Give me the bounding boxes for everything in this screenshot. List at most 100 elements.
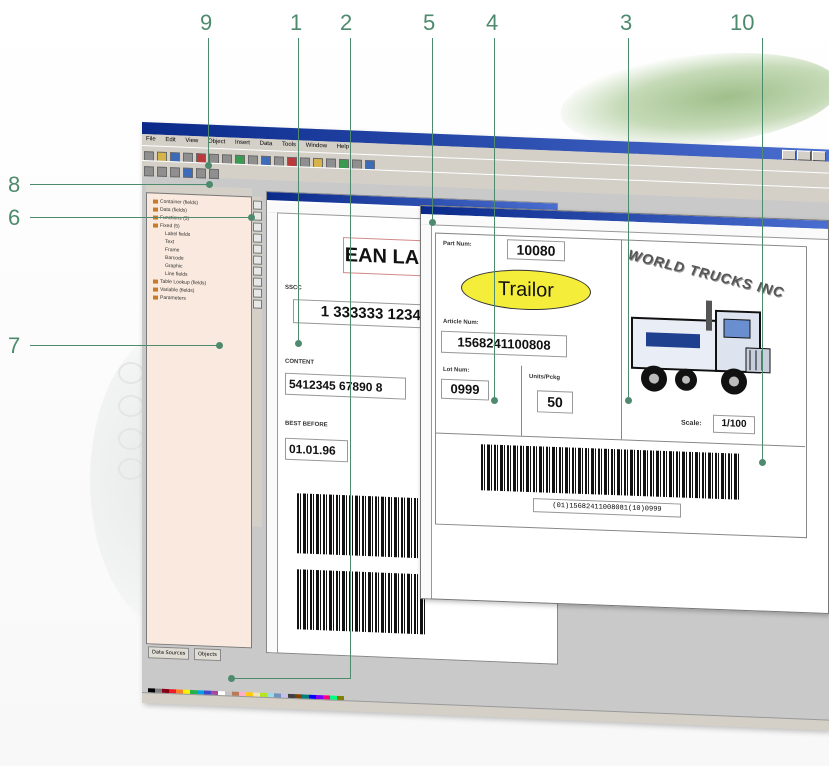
minimize-icon[interactable]: [782, 149, 796, 161]
tree-item[interactable]: Graphic: [165, 263, 183, 270]
folder-icon: [153, 295, 158, 300]
part-num-value-field[interactable]: 10080: [507, 239, 565, 262]
tree-item[interactable]: Table Lookup (fields): [153, 278, 206, 287]
tree-item[interactable]: Fixed (5): [153, 222, 180, 230]
tab-data-sources[interactable]: Data Sources: [148, 646, 190, 660]
tree-item-label: Label fields: [165, 230, 191, 238]
trailor-label-window: Part Num: 10080 Trailor Article Num: 156…: [420, 205, 829, 614]
ellipse-tool-icon[interactable]: [253, 266, 262, 276]
menu-item[interactable]: Tools: [282, 142, 296, 149]
callout-number: 7: [8, 333, 21, 358]
fill-tool-icon[interactable]: [253, 288, 262, 298]
callout-number: 2: [340, 10, 353, 35]
callout-number: 5: [423, 10, 436, 35]
tab-objects[interactable]: Objects: [194, 648, 221, 662]
best-before-label: BEST BEFORE: [285, 420, 328, 429]
object-tree-panel: Container (fields) Data (fields) Functio…: [146, 192, 252, 649]
line-tool-icon[interactable]: [253, 255, 262, 265]
barcode-tool-icon[interactable]: [253, 222, 262, 232]
menu-item[interactable]: Insert: [235, 140, 250, 147]
callout-leader-line: [30, 217, 252, 218]
ean-barcode-1[interactable]: [297, 493, 427, 559]
graphic-tool-icon[interactable]: [253, 233, 262, 243]
tree-item[interactable]: Frame: [165, 247, 179, 254]
trailor-barcode[interactable]: [481, 444, 741, 500]
tree-item-label: Container (fields): [160, 198, 199, 207]
inverse-tool-icon[interactable]: [253, 277, 262, 287]
callout-number: 3: [620, 10, 633, 35]
tree-item-label: Line fields: [165, 270, 188, 278]
callout-leader-line: [30, 345, 220, 346]
tree-item-label: Variable (fields): [160, 286, 195, 295]
italic-icon[interactable]: [196, 168, 206, 179]
tree-item-label: Functions (3): [160, 214, 190, 222]
scale-value-field[interactable]: 1/100: [713, 414, 755, 435]
tree-item[interactable]: Functions (3): [153, 214, 190, 222]
callout-dot: [205, 162, 212, 169]
tree-item[interactable]: Text: [165, 239, 174, 245]
menu-item[interactable]: File: [146, 136, 156, 142]
ean-barcode-2[interactable]: [297, 569, 427, 635]
callout-leader-line: [232, 678, 351, 679]
callout-number: 4: [486, 10, 499, 35]
ring-decoration: [118, 458, 144, 480]
ring-decoration: [118, 362, 144, 384]
menu-item[interactable]: Window: [306, 143, 327, 150]
tree-item[interactable]: Line fields: [165, 271, 188, 278]
menu-item[interactable]: Object: [208, 139, 225, 146]
callout-leader-line: [762, 38, 763, 462]
callout-dot: [216, 342, 223, 349]
tree-item[interactable]: Variable (fields): [153, 286, 194, 294]
callout-number: 8: [8, 172, 21, 197]
callout-dot: [625, 397, 632, 404]
callout-dot: [295, 340, 302, 347]
menu-item[interactable]: View: [185, 138, 198, 145]
ring-decoration: [118, 395, 144, 417]
callout-leader-line: [628, 38, 629, 398]
callout-leader-line: [30, 184, 210, 185]
callout-dot: [248, 214, 255, 221]
folder-icon: [153, 223, 158, 228]
underline-icon[interactable]: [209, 168, 219, 180]
units-label: Units/Pckg: [529, 373, 561, 382]
callout-dot: [759, 459, 766, 466]
tree-item[interactable]: Parameters: [153, 294, 186, 302]
tree-item-label: Frame: [165, 246, 180, 254]
ring-decoration: [118, 428, 144, 450]
menu-item[interactable]: Data: [260, 141, 273, 148]
callout-number: 9: [200, 10, 213, 35]
menu-item[interactable]: Edit: [165, 137, 175, 143]
folder-icon: [153, 279, 158, 284]
pointer-icon[interactable]: [253, 200, 262, 210]
tree-item-label: Fixed (5): [160, 222, 180, 230]
folder-icon: [153, 199, 158, 204]
callout-dot: [206, 181, 213, 188]
tree-item[interactable]: Barcode: [165, 255, 184, 262]
callout-leader-line: [494, 38, 495, 398]
tree-item[interactable]: Data (fields): [153, 206, 187, 214]
bold-icon[interactable]: [183, 167, 193, 179]
tree-item[interactable]: Container (fields): [153, 198, 198, 206]
align-left-icon[interactable]: [144, 166, 154, 177]
vertical-ruler: [421, 224, 432, 599]
callout-dot: [429, 219, 436, 226]
close-icon[interactable]: [812, 150, 826, 162]
lot-num-value-field[interactable]: 0999: [441, 378, 489, 401]
content-value-field[interactable]: 5412345 67890 8: [285, 372, 406, 400]
folder-icon: [153, 207, 158, 212]
divider-vertical: [621, 239, 622, 440]
zoom-tool-icon[interactable]: [253, 299, 262, 309]
article-num-value-field[interactable]: 1568241100808: [441, 330, 567, 358]
callout-number: 1: [290, 10, 303, 35]
align-right-icon[interactable]: [170, 167, 180, 178]
maximize-icon[interactable]: [797, 150, 811, 161]
units-value-field[interactable]: 50: [537, 390, 573, 414]
sscc-label: SSCC: [285, 284, 302, 292]
tree-item[interactable]: Label fields: [165, 231, 190, 238]
best-before-value-field[interactable]: 01.01.96: [285, 437, 348, 463]
align-center-icon[interactable]: [157, 166, 167, 178]
divider-vertical: [521, 365, 522, 436]
rectangle-tool-icon[interactable]: [253, 244, 262, 254]
vertical-ruler: [267, 212, 278, 653]
menu-item[interactable]: Help: [337, 144, 349, 150]
